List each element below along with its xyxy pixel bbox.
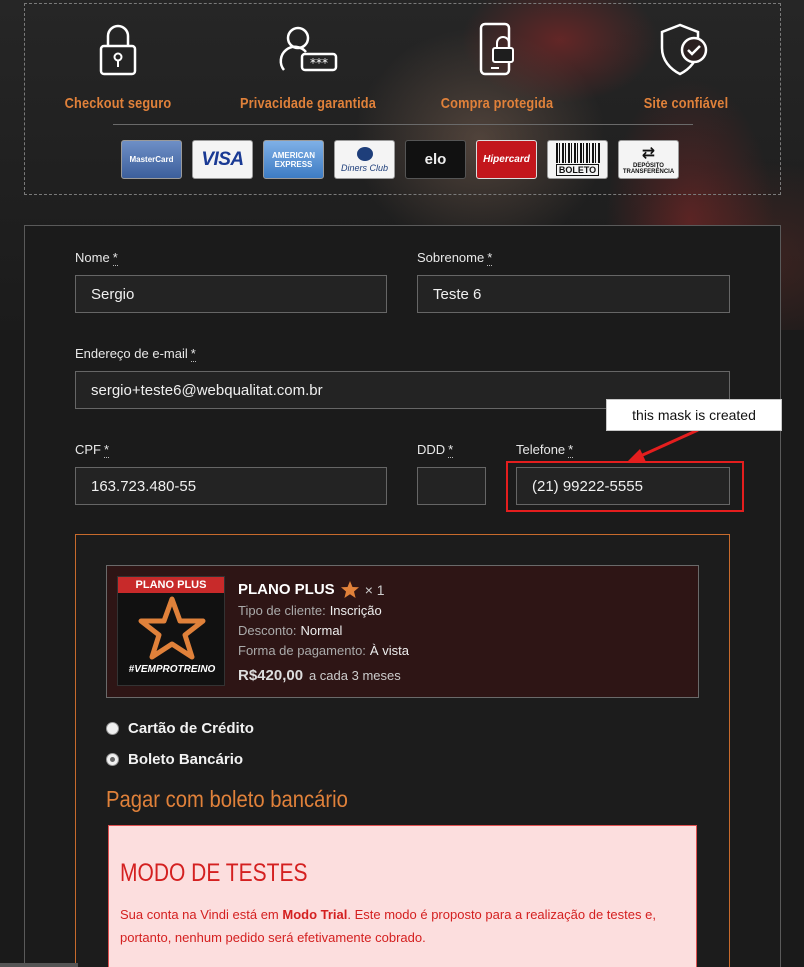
- amex-logo: AMERICAN EXPRESS: [263, 140, 324, 179]
- visa-logo: VISA: [192, 140, 253, 179]
- star-logo-icon: [138, 596, 206, 660]
- divider: [113, 124, 693, 125]
- payment-logos: MasterCard VISA AMERICAN EXPRESS Diners …: [121, 140, 679, 180]
- meta-tipo: Tipo de cliente: Inscrição: [238, 603, 382, 618]
- trust-label-trusted: Site confiável: [643, 95, 729, 112]
- product-qty: × 1: [364, 581, 385, 598]
- ddd-input[interactable]: [417, 467, 486, 505]
- svg-text:***: ***: [310, 56, 328, 70]
- trust-label-checkout: Checkout seguro: [64, 95, 172, 112]
- amex-text-1: AMERICAN: [271, 150, 316, 160]
- nome-input[interactable]: [75, 275, 387, 313]
- credit-card-label: Cartão de Crédito: [128, 720, 254, 737]
- deposito-text-2: TRANSFERÊNCIA: [622, 168, 675, 175]
- annotation-note: this mask is created: [606, 399, 782, 431]
- amex-text-2: EXPRESS: [274, 159, 313, 169]
- product-card: PLANO PLUS #VEMPROTREINO PLANO PLUS × 1 …: [106, 565, 699, 698]
- trust-item-protected: Compra protegida: [412, 22, 582, 112]
- boleto-logo: BOLETO: [547, 140, 608, 179]
- product-image: PLANO PLUS #VEMPROTREINO: [117, 576, 225, 686]
- product-price: R$420,00 a cada 3 meses: [238, 667, 401, 684]
- sobrenome-label: Sobrenome *: [417, 250, 493, 266]
- trust-item-privacy: *** Privacidade garantida: [223, 22, 393, 112]
- product-name-text: PLANO PLUS: [238, 581, 335, 598]
- barcode-icon: [555, 143, 600, 163]
- trust-badges-panel: Checkout seguro *** Privacidade garantid…: [24, 3, 781, 195]
- elo-logo: elo: [405, 140, 466, 179]
- trust-label-privacy: Privacidade garantida: [239, 95, 377, 112]
- nome-label: Nome *: [75, 250, 118, 266]
- ddd-label: DDD *: [417, 442, 454, 458]
- mastercard-logo: MasterCard: [121, 140, 182, 179]
- boleto-text: BOLETO: [555, 164, 600, 176]
- product-image-logo: #VEMPROTREINO: [128, 663, 216, 675]
- visa-text: VISA: [201, 148, 244, 170]
- test-mode-title: MODO DE TESTES: [120, 859, 308, 887]
- lock-icon: [99, 24, 137, 76]
- radio-credit-card[interactable]: [106, 722, 119, 735]
- trust-label-protected: Compra protegida: [440, 95, 554, 112]
- hipercard-logo: Hipercard: [476, 140, 537, 179]
- scrollbar-stub: [0, 963, 78, 967]
- payment-option-credit-card[interactable]: Cartão de Crédito: [106, 720, 254, 737]
- trust-item-checkout: Checkout seguro: [33, 22, 203, 112]
- boleto-label: Boleto Bancário: [128, 751, 244, 768]
- product-name: PLANO PLUS × 1: [238, 581, 385, 598]
- annotation-highlight: [506, 461, 744, 512]
- product-image-banner: PLANO PLUS: [118, 577, 224, 593]
- meta-forma: Forma de pagamento: À vista: [238, 643, 409, 658]
- deposito-logo: ⇄ DEPÓSITO TRANSFERÊNCIA: [618, 140, 679, 179]
- radio-boleto[interactable]: [106, 753, 119, 766]
- mastercard-text: MasterCard: [129, 155, 174, 164]
- diners-logo: Diners Club: [334, 140, 395, 179]
- shield-check-icon: [660, 23, 708, 76]
- test-mode-notice: MODO DE TESTES Sua conta na Vindi está e…: [108, 825, 697, 967]
- hipercard-text: Hipercard: [483, 154, 530, 165]
- transfer-arrows-icon: ⇄: [641, 144, 656, 162]
- cpf-input[interactable]: [75, 467, 387, 505]
- email-label: Endereço de e-mail *: [75, 346, 196, 362]
- phone-lock-icon: [479, 22, 514, 76]
- boleto-section-title: Pagar com boleto bancário: [106, 786, 348, 812]
- payment-option-boleto[interactable]: Boleto Bancário: [106, 751, 243, 768]
- user-password-icon: ***: [279, 26, 338, 72]
- elo-text: elo: [424, 151, 447, 168]
- telefone-label: Telefone *: [516, 442, 574, 458]
- meta-desconto: Desconto: Normal: [238, 623, 343, 638]
- star-icon: [340, 581, 359, 598]
- test-mode-text: Sua conta na Vindi está em Modo Trial. E…: [120, 907, 656, 945]
- trust-item-trusted: Site confiável: [601, 22, 771, 112]
- sobrenome-input[interactable]: [417, 275, 730, 313]
- cpf-label: CPF *: [75, 442, 110, 458]
- diners-text: Diners Club: [340, 162, 389, 173]
